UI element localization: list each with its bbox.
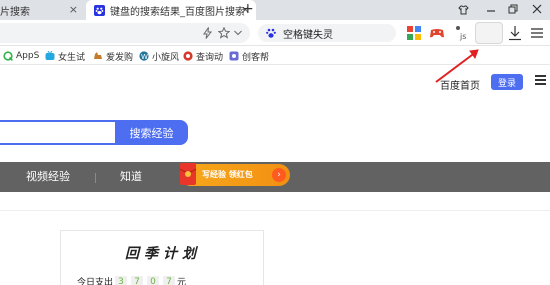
bookmark-label: 查询动	[196, 52, 224, 63]
new-tab-button[interactable]: +	[242, 2, 254, 16]
bookmarks-bar: AppS 女生试 爱发购 W 小旋风 查询动 创客帮	[0, 47, 550, 65]
baidu-paw-icon	[94, 4, 105, 16]
bookmark-appstore[interactable]: AppS	[3, 49, 39, 63]
minimize-icon[interactable]	[486, 5, 496, 15]
nav-zhidao[interactable]: 知道	[120, 170, 142, 184]
address-bar[interactable]	[0, 23, 250, 43]
plan-digit: 7	[163, 275, 176, 285]
tab-image-search[interactable]: 片搜索 ×	[0, 0, 86, 20]
bookmark-query[interactable]: 查询动	[183, 49, 223, 63]
bookmark-aifagou[interactable]: 爱发购	[93, 49, 133, 63]
tab-close-icon[interactable]: ×	[69, 4, 78, 16]
bookmark-girl-test[interactable]: 女生试	[45, 49, 85, 63]
plan-digit: 3	[115, 275, 128, 285]
login-button[interactable]: 登录	[491, 74, 523, 90]
page-menu-icon[interactable]	[535, 75, 546, 85]
bookmark-label: 创客帮	[242, 52, 270, 63]
baidu-home-link[interactable]: 百度首页	[440, 77, 480, 92]
close-window-icon[interactable]	[532, 4, 542, 14]
restore-icon[interactable]	[508, 4, 518, 14]
star-icon[interactable]	[218, 27, 230, 39]
menu-icon[interactable]	[529, 25, 545, 41]
maker-icon	[229, 51, 239, 61]
svg-text:W: W	[141, 53, 148, 61]
section-divider	[0, 210, 550, 211]
js-extension-icon[interactable]: js	[454, 25, 470, 41]
bookmark-chuangkebang[interactable]: 创客帮	[229, 49, 269, 63]
plan-title: 回季计划	[125, 246, 201, 262]
tab-keyboard-results[interactable]: 键盘的搜索结果_百度图片搜索 ×	[86, 0, 256, 20]
plan-expense-label: 今日支出	[77, 278, 114, 285]
search-pill-text: 空格键失灵	[283, 29, 333, 41]
toolbar-search-pill[interactable]: 空格键失灵	[258, 24, 396, 42]
gamepad-icon[interactable]	[429, 25, 445, 41]
bookmark-label: AppS	[16, 51, 40, 61]
plan-digit: 0	[147, 275, 160, 285]
bookmark-xiaoxuanfeng[interactable]: W 小旋风	[139, 49, 179, 63]
grid-extension-icon[interactable]	[406, 25, 422, 41]
lightning-icon[interactable]	[202, 27, 213, 39]
search-experience-button[interactable]: 搜索经验	[115, 120, 188, 145]
plan-digit: 7	[131, 275, 144, 285]
plan-card: 回季计划 今日支出 3 7 0 7 元	[60, 230, 264, 285]
tab-label: 键盘的搜索结果_百度图片搜索	[110, 6, 245, 18]
nav-divider	[95, 173, 96, 183]
plan-expense-line: 今日支出 3 7 0 7 元	[77, 275, 186, 285]
q-logo-icon	[3, 51, 13, 61]
dog-icon	[94, 52, 102, 59]
shirt-icon[interactable]	[458, 5, 469, 15]
promo-arrow-icon: ›	[272, 168, 286, 182]
plan-unit: 元	[177, 278, 187, 285]
bookmark-label: 女生试	[58, 52, 86, 63]
download-icon[interactable]	[507, 25, 523, 41]
bookmark-label: 小旋风	[152, 52, 180, 63]
search-input[interactable]	[0, 120, 115, 145]
write-experience-promo[interactable]: 写经验 领红包 ›	[172, 161, 290, 189]
tab-strip: 片搜索 × 键盘的搜索结果_百度图片搜索 × +	[0, 0, 550, 20]
chevron-down-icon[interactable]	[234, 30, 242, 36]
red-envelope-icon	[179, 163, 197, 185]
bookmark-label: 爱发购	[106, 52, 134, 63]
screenshot-extension-highlight	[475, 22, 503, 44]
svg-text:js: js	[459, 32, 466, 41]
tab-label: 片搜索	[0, 6, 30, 18]
tv-icon	[45, 51, 55, 60]
lens-icon	[183, 51, 193, 61]
browser-toolbar: 空格键失灵 js	[0, 20, 550, 46]
promo-text: 写经验 领红包	[202, 170, 253, 179]
wordpress-icon: W	[139, 51, 149, 61]
nav-video-experience[interactable]: 视频经验	[26, 170, 70, 184]
baidu-paw-icon	[266, 28, 276, 38]
